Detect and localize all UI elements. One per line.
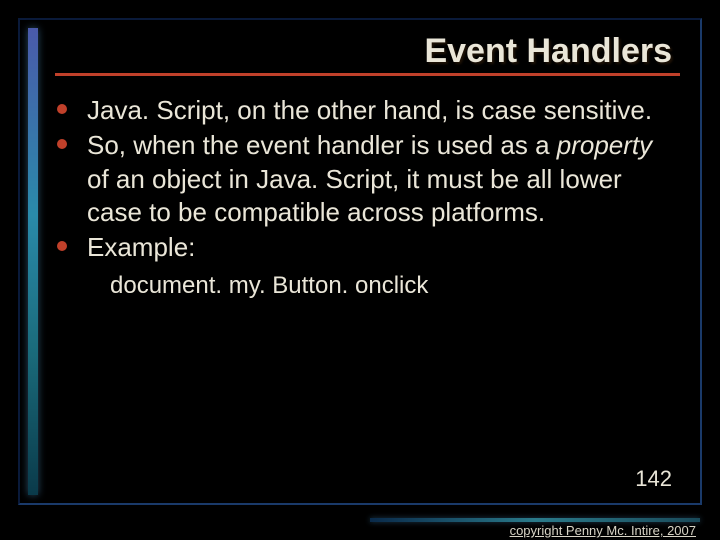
bottom-accent-bar xyxy=(370,518,700,522)
bullet-dot-icon xyxy=(57,104,67,114)
bullet-text: Java. Script, on the other hand, is case… xyxy=(87,95,652,125)
bullet-list: Java. Script, on the other hand, is case… xyxy=(55,94,680,264)
title-underline xyxy=(55,73,680,76)
bullet-dot-icon xyxy=(57,241,67,251)
slide-title: Event Handlers xyxy=(424,32,672,71)
bullet-dot-icon xyxy=(57,139,67,149)
bullet-text-em: property xyxy=(557,130,652,160)
bullet-item: Example: xyxy=(55,231,680,264)
page-number: 142 xyxy=(635,466,672,492)
bullet-text-post: of an object in Java. Script, it must be… xyxy=(87,164,622,227)
copyright-text: copyright Penny Mc. Intire, 2007 xyxy=(510,523,696,538)
bullet-item: So, when the event handler is used as a … xyxy=(55,129,680,229)
bullet-text-pre: So, when the event handler is used as a xyxy=(87,130,557,160)
bullet-text: Example: xyxy=(87,232,195,262)
bullet-item: Java. Script, on the other hand, is case… xyxy=(55,94,680,127)
title-wrap: Event Handlers xyxy=(55,32,680,71)
slide-content: Event Handlers Java. Script, on the othe… xyxy=(55,32,680,490)
left-accent-bar xyxy=(28,28,38,495)
code-example: document. my. Button. onclick xyxy=(55,272,680,300)
